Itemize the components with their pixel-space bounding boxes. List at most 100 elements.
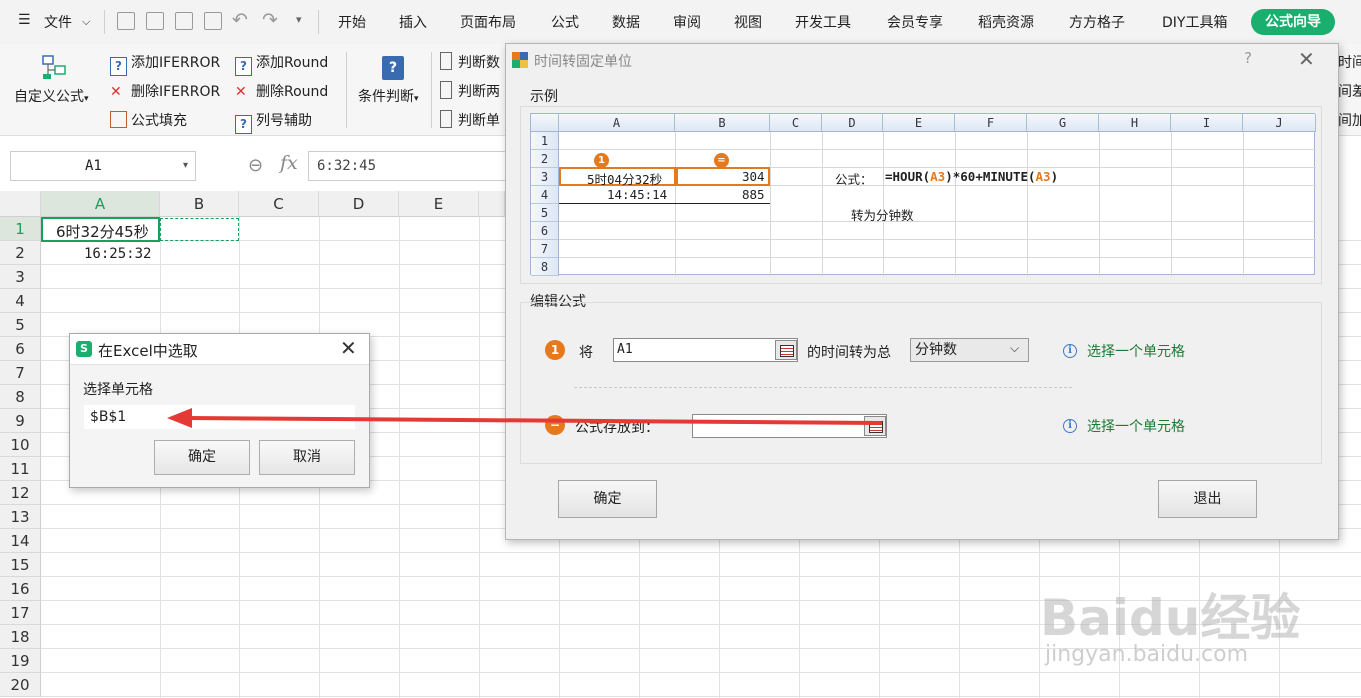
pick-cancel-button[interactable]: 取消 <box>259 440 355 475</box>
row-header-3[interactable]: 3 <box>0 265 41 289</box>
add-round-label: 添加Round <box>256 55 329 71</box>
cell-a2[interactable]: 16:25:32 <box>84 246 151 262</box>
quick-access-dropdown-icon[interactable]: ▾ <box>296 13 302 26</box>
column-header-c[interactable]: C <box>239 191 319 217</box>
row-header-6[interactable]: 6 <box>0 337 41 361</box>
judge-single-button[interactable]: 判断单 <box>440 110 500 130</box>
print-preview-icon[interactable] <box>204 12 222 30</box>
tab-home[interactable]: 开始 <box>338 12 366 32</box>
row-header-9[interactable]: 9 <box>0 409 41 433</box>
tab-member[interactable]: 会员专享 <box>887 12 943 32</box>
pick-range-icon[interactable] <box>775 340 797 360</box>
fx-icon[interactable]: fx <box>280 152 298 174</box>
print-icon[interactable] <box>175 12 193 30</box>
app-logo-icon: S <box>76 341 92 357</box>
exit-button[interactable]: 退出 <box>1158 480 1257 518</box>
custom-formula-button[interactable]: 自定义公式▾ <box>14 86 89 106</box>
column-header-d[interactable]: D <box>319 191 399 217</box>
zoom-icon[interactable]: ⊖ <box>248 155 263 176</box>
tab-diy-toolbox[interactable]: DIY工具箱 <box>1162 12 1227 32</box>
tab-data[interactable]: 数据 <box>612 12 640 32</box>
row-header-8[interactable]: 8 <box>0 385 41 409</box>
row-header-20[interactable]: 20 <box>0 673 41 697</box>
undo-icon[interactable]: ↶ <box>232 9 248 31</box>
tab-view[interactable]: 视图 <box>734 12 762 32</box>
row-header-14[interactable]: 14 <box>0 529 41 553</box>
judge-number-button[interactable]: 判断数 <box>440 52 500 72</box>
tab-insert[interactable]: 插入 <box>399 12 427 32</box>
close-icon[interactable]: ✕ <box>340 336 357 360</box>
pick-dialog-titlebar[interactable]: S 在Excel中选取 ✕ <box>70 334 369 365</box>
example-grid-line <box>955 132 956 276</box>
column-header-f[interactable] <box>479 191 505 217</box>
row-header-10[interactable]: 10 <box>0 433 41 457</box>
delete-iferror-button[interactable]: ✕ 删除IFERROR <box>110 81 220 101</box>
example-sheet: A B C D E F G H I J 1 2 3 4 5 6 7 8 1 = <box>530 113 1316 276</box>
example-group-label: 示例 <box>530 89 558 105</box>
row-header-4[interactable]: 4 <box>0 289 41 313</box>
chevron-down-icon[interactable]: ⌵ <box>82 15 90 29</box>
row-header-11[interactable]: 11 <box>0 457 41 481</box>
tab-page-layout[interactable]: 页面布局 <box>460 12 516 32</box>
row-header-18[interactable]: 18 <box>0 625 41 649</box>
selected-cell-input[interactable]: $B$1 <box>84 405 355 429</box>
example-col-c: C <box>770 114 822 132</box>
row-header-13[interactable]: 13 <box>0 505 41 529</box>
row-header-19[interactable]: 19 <box>0 649 41 673</box>
formula-part: =HOUR( <box>885 169 931 184</box>
row-header-16[interactable]: 16 <box>0 577 41 601</box>
judge-two-button[interactable]: 判断两 <box>440 81 500 101</box>
row-header-1[interactable]: 1 <box>0 217 41 241</box>
row-header-17[interactable]: 17 <box>0 601 41 625</box>
tab-fangfang[interactable]: 方方格子 <box>1069 12 1125 32</box>
column-header-a[interactable]: A <box>41 191 160 217</box>
help-icon[interactable]: ? <box>1244 49 1252 67</box>
row-header-2[interactable]: 2 <box>0 241 41 265</box>
time-button[interactable]: 时间 <box>1338 52 1361 72</box>
row-header-5[interactable]: 5 <box>0 313 41 337</box>
select-all-corner[interactable] <box>0 191 41 217</box>
row-header-7[interactable]: 7 <box>0 361 41 385</box>
tab-docer[interactable]: 稻壳资源 <box>978 12 1034 32</box>
time-add-button[interactable]: 间加 <box>1338 110 1361 130</box>
name-box[interactable]: A1 <box>10 151 196 181</box>
row-header-12[interactable]: 12 <box>0 481 41 505</box>
add-round-button[interactable]: ? 添加Round <box>235 52 328 76</box>
column-header-b[interactable]: B <box>160 191 239 217</box>
redo-icon[interactable]: ↷ <box>262 9 278 31</box>
pick-range-icon[interactable] <box>864 416 886 436</box>
step2-label: 公式存放到： <box>575 420 659 436</box>
save-icon[interactable] <box>117 12 135 30</box>
tab-formula-wizard[interactable]: 公式向导 <box>1251 9 1335 35</box>
tab-formulas[interactable]: 公式 <box>551 12 579 32</box>
select-cell-hint-2[interactable]: 选择一个单元格 <box>1087 416 1185 436</box>
output-cell-input[interactable] <box>692 414 887 438</box>
hamburger-icon[interactable]: ☰ <box>18 12 31 28</box>
column-header-e[interactable]: E <box>399 191 479 217</box>
formula-part: )*60+MINUTE( <box>945 169 1036 184</box>
delete-round-button[interactable]: ✕ 删除Round <box>235 81 328 101</box>
tab-developer[interactable]: 开发工具 <box>795 12 851 32</box>
source-cell-input[interactable]: A1 <box>613 338 798 362</box>
column-helper-button[interactable]: ? 列号辅助 <box>235 110 312 134</box>
condition-judge-icon[interactable]: ? <box>382 56 404 80</box>
pick-ok-button[interactable]: 确定 <box>154 440 250 475</box>
ok-button[interactable]: 确定 <box>558 480 657 518</box>
custom-formula-icon[interactable] <box>40 54 68 80</box>
formula-input[interactable]: 6:32:45 <box>308 151 508 181</box>
close-icon[interactable]: ✕ <box>1298 47 1315 71</box>
formula-fill-button[interactable]: 公式填充 <box>110 110 187 130</box>
time-diff-button[interactable]: 间差 <box>1338 81 1361 101</box>
row-header-15[interactable]: 15 <box>0 553 41 577</box>
condition-judge-button[interactable]: 条件判断▾ <box>358 86 419 106</box>
export-pdf-icon[interactable] <box>146 12 164 30</box>
example-grid-line <box>1243 132 1244 276</box>
tab-review[interactable]: 审阅 <box>673 12 701 32</box>
select-cell-hint-1[interactable]: 选择一个单元格 <box>1087 341 1185 361</box>
file-menu[interactable]: 文件 <box>44 12 72 32</box>
chevron-down-icon[interactable]: ⌵ <box>1010 341 1019 356</box>
chevron-down-icon[interactable]: ▾ <box>183 160 188 171</box>
cell-a1[interactable]: 6时32分45秒 <box>56 221 149 242</box>
add-iferror-button[interactable]: ? 添加IFERROR <box>110 52 220 76</box>
example-grid-line <box>675 132 676 276</box>
